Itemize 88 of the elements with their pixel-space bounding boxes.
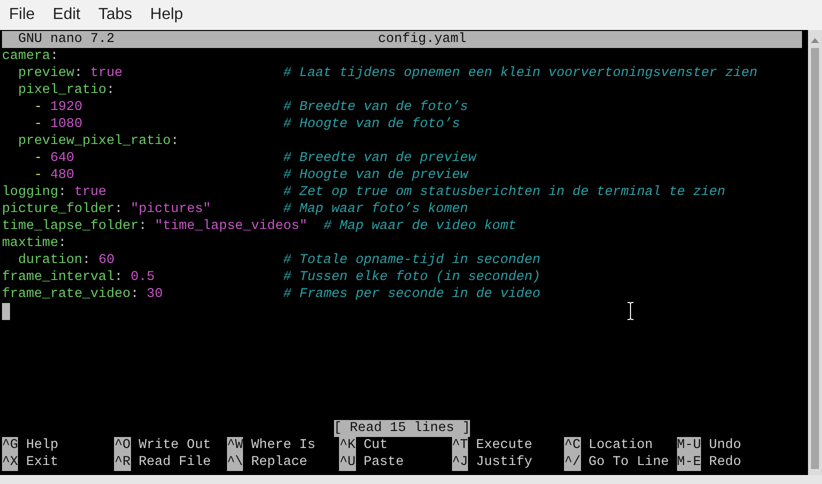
menu-item[interactable]: Help <box>150 6 184 24</box>
shortcut-label: Justify <box>476 454 532 471</box>
shortcut-key: ^R <box>114 454 131 471</box>
key-separator: : <box>82 252 90 269</box>
yaml-value: "pictures" <box>130 201 211 218</box>
shortcut-label: Redo <box>709 454 742 471</box>
key-separator: : <box>114 269 123 286</box>
yaml-comment: # Hoogte van de preview <box>283 167 468 184</box>
list-marker: - <box>34 150 42 167</box>
yaml-key: picture_folder <box>2 201 114 218</box>
yaml-value: 60 <box>98 252 115 269</box>
yaml-key: preview <box>18 65 74 82</box>
key-separator: : <box>130 286 139 303</box>
menu-item[interactable]: Tabs <box>98 6 132 24</box>
shortcut-key: ^/ <box>564 454 580 471</box>
shortcut-label: Cut <box>364 437 388 454</box>
shortcut-key: ^C <box>564 437 580 454</box>
yaml-comment: # Map waar de video komt <box>323 218 516 235</box>
status-message: [ Read 15 lines ] <box>334 420 470 437</box>
shortcut-key: ^W <box>226 437 244 454</box>
key-separator: : <box>50 48 58 65</box>
shortcut-label: Write Out <box>138 437 211 454</box>
yaml-key: pixel_ratio <box>18 82 106 99</box>
yaml-comment: # Frames per seconde in de video <box>283 286 540 303</box>
yaml-comment: # Zet op true om statusberichten in de terminal te zien <box>283 184 726 201</box>
key-separator: : <box>138 218 147 235</box>
key-separator: : <box>106 82 115 99</box>
list-marker: - <box>34 99 42 116</box>
scrollbar[interactable] <box>808 30 822 475</box>
list-marker: - <box>34 167 42 184</box>
yaml-value: 30 <box>146 286 163 303</box>
shortcut-label: Help <box>26 437 58 454</box>
file-name: config.yaml <box>378 31 466 48</box>
yaml-comment: # Hoogte van de foto’s <box>283 116 460 133</box>
shortcut-label: Go To Line <box>588 454 669 471</box>
yaml-key: camera <box>2 48 50 65</box>
yaml-value: 0.5 <box>130 269 155 286</box>
yaml-key: frame_interval <box>2 269 114 286</box>
yaml-key: maxtime <box>2 235 58 252</box>
key-separator: : <box>74 65 82 82</box>
yaml-value: true <box>74 184 106 201</box>
menu-item[interactable]: Edit <box>52 6 80 24</box>
shortcut-label: Replace <box>251 454 308 471</box>
shortcut-key: ^T <box>452 437 468 454</box>
yaml-comment: # Tussen elke foto (in seconden) <box>283 269 540 286</box>
shortcut-key: ^X <box>2 454 18 471</box>
shortcut-key: ^G <box>2 437 18 454</box>
yaml-value: 1080 <box>50 116 82 133</box>
menu-item[interactable]: File <box>9 6 35 24</box>
text-cursor-icon <box>627 302 634 320</box>
yaml-comment: # Map waar foto’s komen <box>283 201 468 218</box>
yaml-value: 480 <box>50 167 74 184</box>
yaml-value: true <box>90 65 123 82</box>
shortcut-key: ^O <box>114 437 131 454</box>
yaml-comment: # Breedte van de foto’s <box>283 99 468 116</box>
shortcut-label: Undo <box>709 437 742 454</box>
yaml-key: duration <box>18 252 82 269</box>
yaml-comment: # Totale opname-tijd in seconden <box>283 252 540 269</box>
scrollbar-thumb[interactable] <box>811 48 819 469</box>
scroll-up-icon[interactable] <box>811 38 819 43</box>
yaml-key: preview_pixel_ratio <box>18 133 171 150</box>
shortcut-label: Location <box>588 437 653 454</box>
shortcut-label: Paste <box>364 454 404 471</box>
yaml-value: 640 <box>50 150 74 167</box>
shortcut-label: Execute <box>476 437 532 454</box>
key-separator: : <box>58 184 66 201</box>
shortcut-label: Where Is <box>251 437 316 454</box>
key-separator: : <box>170 133 179 150</box>
yaml-key: logging <box>2 184 58 201</box>
key-separator: : <box>58 235 66 252</box>
shortcut-label: Exit <box>26 454 58 471</box>
yaml-key: time_lapse_folder <box>2 218 139 235</box>
list-marker: - <box>34 116 42 133</box>
yaml-value: "time_lapse_videos" <box>154 218 308 235</box>
shortcut-key: ^U <box>339 454 356 471</box>
yaml-comment: # Breedte van de preview <box>283 150 476 167</box>
shortcut-key: M-E <box>676 454 702 471</box>
yaml-key: frame_rate_video <box>2 286 131 303</box>
shortcut-key: ^\ <box>226 454 244 471</box>
editor-version: GNU nano 7.2 <box>18 31 114 48</box>
shortcut-key: M-U <box>676 437 702 454</box>
yaml-comment: # Laat tijdens opnemen een klein voorvertoningsvenster zien <box>283 65 758 82</box>
shortcut-label: Read File <box>138 454 211 471</box>
yaml-value: 1920 <box>50 99 82 116</box>
shortcut-key: ^J <box>452 454 468 471</box>
key-separator: : <box>114 201 123 218</box>
shortcut-key: ^K <box>339 437 356 454</box>
cursor-block <box>2 303 10 320</box>
